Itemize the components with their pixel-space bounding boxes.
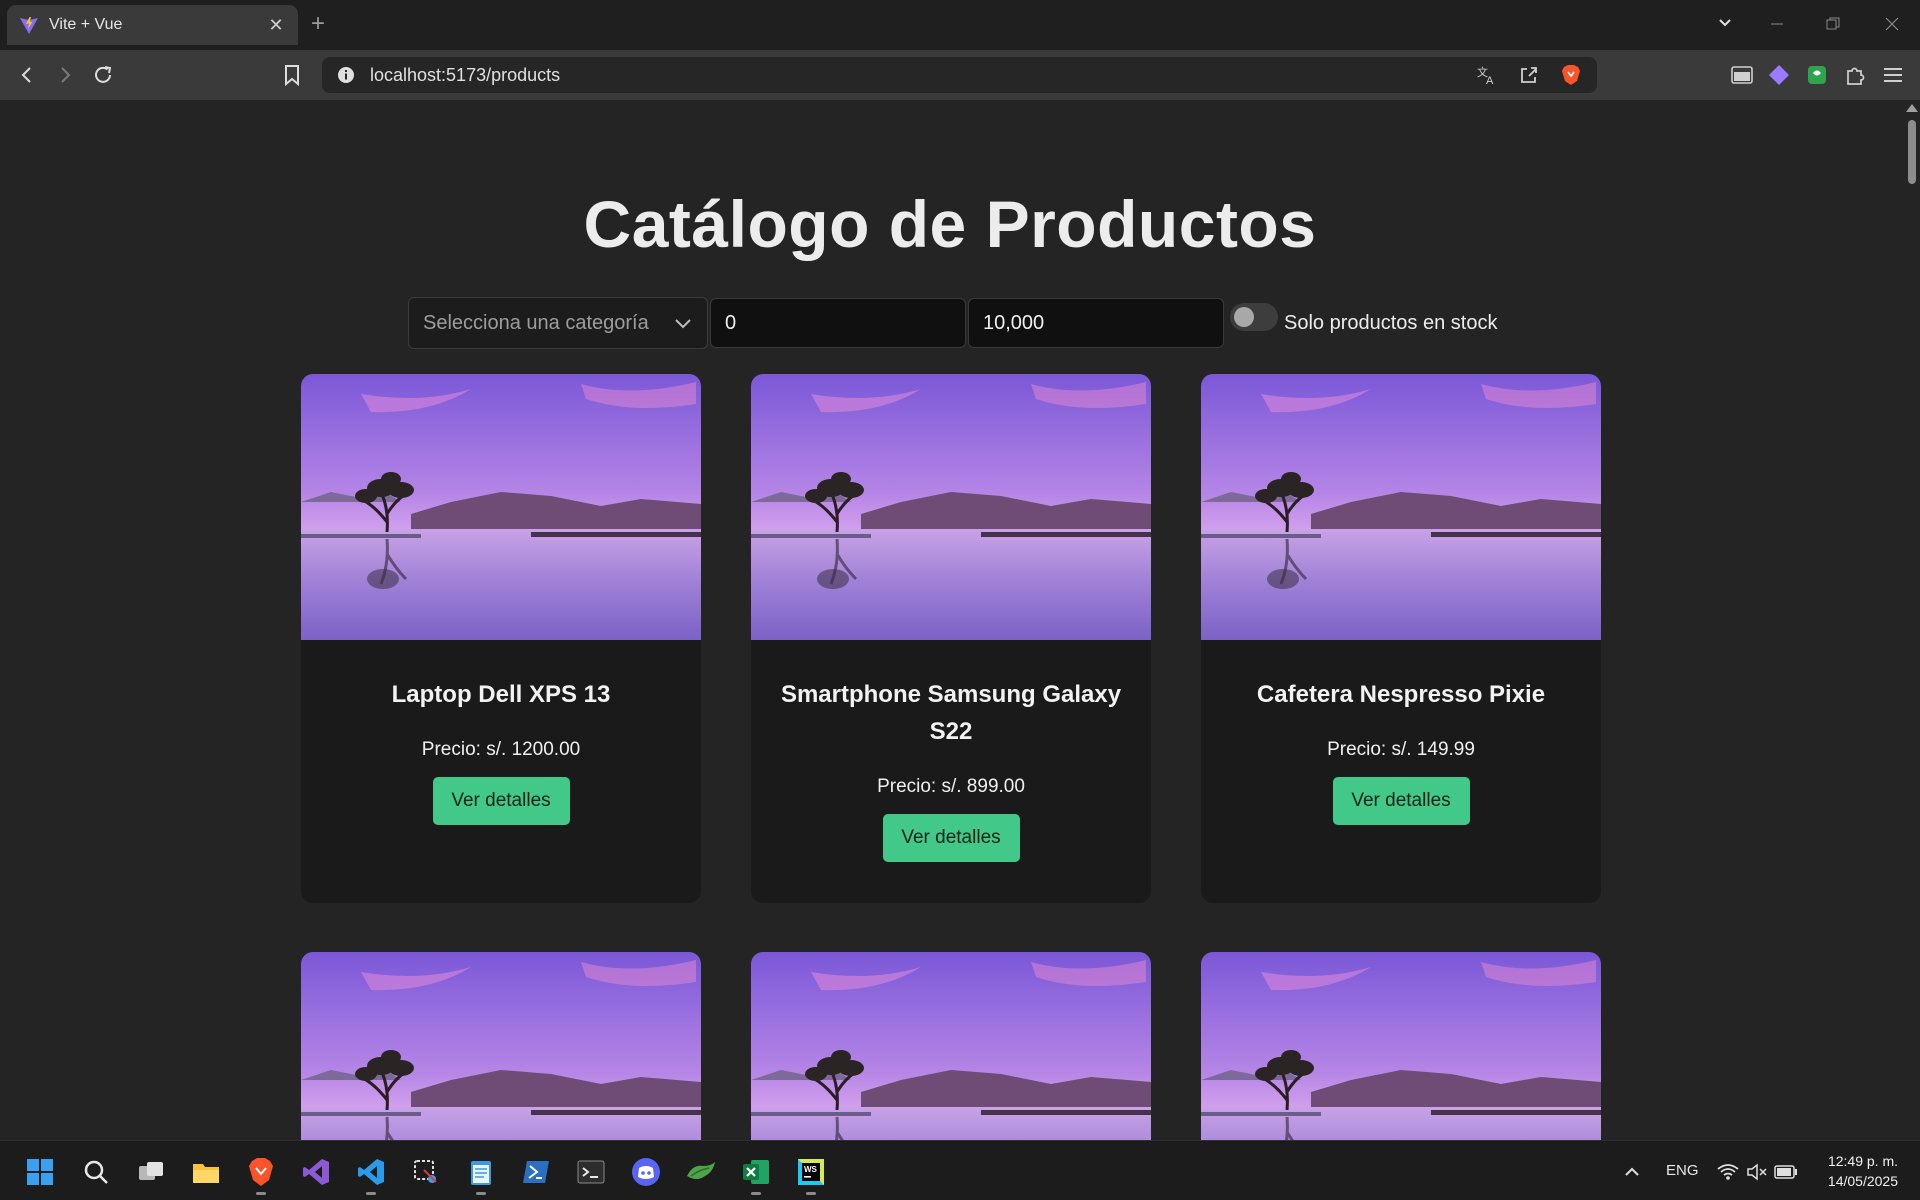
- share-icon[interactable]: [1517, 63, 1541, 87]
- svg-text:WS: WS: [804, 1165, 818, 1174]
- translate-icon[interactable]: 文A: [1475, 63, 1499, 87]
- tab-active[interactable]: Vite + Vue ✕: [7, 5, 298, 45]
- product-card: [301, 952, 701, 1140]
- snipping-tool-icon[interactable]: [409, 1155, 443, 1189]
- excel-icon[interactable]: [739, 1155, 773, 1195]
- restore-icon[interactable]: [1818, 10, 1848, 40]
- product-image: [751, 374, 1151, 640]
- page-scrollbar[interactable]: [1904, 100, 1920, 1140]
- running-indicator: [476, 1192, 486, 1195]
- running-indicator: [366, 1192, 376, 1195]
- brave-shields-icon[interactable]: [1559, 63, 1583, 87]
- product-card: Smartphone Samsung Galaxy S22 Precio: s/…: [751, 374, 1151, 903]
- extensions-puzzle-icon[interactable]: [1842, 62, 1868, 88]
- clock-date: 14/05/2025: [1827, 1173, 1898, 1189]
- task-view-icon[interactable]: [134, 1155, 168, 1189]
- vite-favicon-icon: [20, 17, 38, 34]
- running-indicator: [806, 1192, 816, 1195]
- visual-studio-icon[interactable]: [299, 1155, 333, 1189]
- url-text[interactable]: localhost:5173/products: [370, 65, 1475, 86]
- product-card: [1201, 952, 1601, 1140]
- mysql-workbench-icon[interactable]: [684, 1155, 718, 1189]
- site-info-icon[interactable]: [336, 65, 356, 85]
- product-image: [1201, 374, 1601, 640]
- scroll-up-arrow-icon[interactable]: [1906, 104, 1918, 112]
- sidebar-toggle-icon[interactable]: [1729, 62, 1755, 88]
- product-card: Cafetera Nespresso Pixie Precio: s/. 149…: [1201, 374, 1601, 903]
- tab-search-chevron-icon[interactable]: [1710, 10, 1740, 40]
- view-details-button[interactable]: Ver detalles: [1332, 777, 1470, 825]
- vscode-icon[interactable]: [354, 1155, 388, 1195]
- windows-start-icon[interactable]: [23, 1155, 57, 1189]
- file-explorer-icon[interactable]: [189, 1155, 223, 1189]
- address-bar[interactable]: localhost:5173/products 文A: [322, 57, 1597, 93]
- product-image: [301, 952, 701, 1140]
- svg-text:A: A: [1486, 75, 1494, 86]
- product-name: Cafetera Nespresso Pixie: [1256, 681, 1546, 708]
- search-icon[interactable]: [79, 1155, 113, 1189]
- running-indicator: [751, 1192, 761, 1195]
- chevron-down-icon: [675, 319, 691, 329]
- category-select-placeholder: Selecciona una categoría: [423, 311, 649, 334]
- language-indicator[interactable]: ENG: [1666, 1162, 1699, 1179]
- new-tab-icon[interactable]: +: [311, 11, 325, 37]
- stock-only-label: Solo productos en stock: [1284, 311, 1498, 334]
- close-window-icon[interactable]: [1877, 10, 1907, 40]
- discord-icon[interactable]: [629, 1155, 663, 1189]
- battery-icon[interactable]: [1769, 1155, 1803, 1189]
- tray-overflow-chevron-icon[interactable]: [1615, 1155, 1649, 1189]
- min-price-input[interactable]: 0: [710, 298, 966, 348]
- stock-only-toggle[interactable]: [1230, 303, 1278, 331]
- product-image: [751, 952, 1151, 1140]
- terminal-icon[interactable]: [574, 1155, 608, 1189]
- product-price: Precio: s/. 149.99: [1327, 739, 1475, 760]
- product-name: Smartphone Samsung Galaxy S22: [780, 681, 1122, 745]
- bookmark-icon[interactable]: [277, 60, 307, 90]
- forward-icon[interactable]: [50, 60, 80, 90]
- reload-icon[interactable]: [88, 60, 118, 90]
- taskbar-clock[interactable]: 12:49 p. m. 14/05/2025: [1828, 1151, 1898, 1191]
- category-select[interactable]: Selecciona una categoría: [408, 297, 708, 349]
- windows-taskbar: WS ENG 12:49 p. m. 14/05/2025: [0, 1140, 1920, 1200]
- product-name: Laptop Dell XPS 13: [391, 681, 611, 708]
- back-icon[interactable]: [12, 60, 42, 90]
- filters-bar: Selecciona una categoría 0 10,000 Solo p…: [408, 297, 1497, 349]
- tab-title: Vite + Vue: [49, 16, 123, 33]
- scrollbar-thumb[interactable]: [1908, 120, 1916, 184]
- view-details-button[interactable]: Ver detalles: [432, 777, 570, 825]
- extension-green-icon[interactable]: [1804, 62, 1830, 88]
- max-price-input[interactable]: 10,000: [968, 298, 1224, 348]
- tab-close-icon[interactable]: ✕: [266, 15, 286, 36]
- notepad-icon[interactable]: [464, 1155, 498, 1195]
- product-price: Precio: s/. 899.00: [877, 776, 1025, 797]
- menu-icon[interactable]: [1880, 62, 1906, 88]
- view-details-button[interactable]: Ver detalles: [882, 814, 1020, 862]
- product-image: [301, 374, 701, 640]
- toggle-knob: [1234, 307, 1254, 327]
- product-image: [1201, 952, 1601, 1140]
- minimize-icon[interactable]: [1762, 10, 1792, 40]
- running-indicator: [256, 1192, 266, 1195]
- webstorm-icon[interactable]: WS: [794, 1155, 828, 1195]
- brave-browser-icon[interactable]: [244, 1155, 278, 1195]
- product-price: Precio: s/. 1200.00: [421, 739, 581, 760]
- page-viewport: Catálogo de Productos Selecciona una cat…: [0, 100, 1920, 1140]
- product-card: Laptop Dell XPS 13 Precio: s/. 1200.00 V…: [301, 374, 701, 903]
- powershell-icon[interactable]: [519, 1155, 553, 1189]
- product-card: [751, 952, 1151, 1140]
- extension-diamond-icon[interactable]: [1766, 62, 1792, 88]
- page-title: Catálogo de Productos: [583, 187, 1317, 261]
- clock-time: 12:49 p. m.: [1827, 1153, 1898, 1169]
- tab-strip: Vite + Vue ✕ +: [0, 0, 1920, 50]
